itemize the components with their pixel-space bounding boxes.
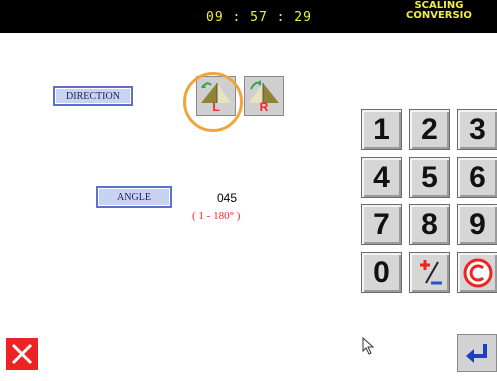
clear-key[interactable] xyxy=(457,252,497,293)
enter-button[interactable] xyxy=(457,334,497,372)
selection-highlight-ring xyxy=(183,72,243,132)
mouse-pointer-icon xyxy=(362,337,375,355)
key-1[interactable]: 1 xyxy=(361,109,402,150)
sign-key[interactable] xyxy=(409,252,450,293)
angle-label[interactable]: ANGLE xyxy=(96,186,172,208)
key-2[interactable]: 2 xyxy=(409,109,450,150)
close-icon xyxy=(11,343,33,365)
top-bar: 09 : 57 : 29 SCALING CONVERSIO xyxy=(0,0,497,33)
key-4[interactable]: 4 xyxy=(361,157,402,198)
key-3[interactable]: 3 xyxy=(457,109,497,150)
key-7[interactable]: 7 xyxy=(361,204,402,245)
key-0[interactable]: 0 xyxy=(361,252,402,293)
plus-minus-icon xyxy=(419,259,442,284)
direction-right-button[interactable]: R xyxy=(244,76,284,116)
key-8[interactable]: 8 xyxy=(409,204,450,245)
angle-value: 045 xyxy=(217,191,238,205)
key-6[interactable]: 6 xyxy=(457,157,497,198)
key-5[interactable]: 5 xyxy=(409,157,450,198)
mode-title-line2: CONVERSIO xyxy=(406,10,472,21)
clear-circle-c-icon xyxy=(463,258,492,287)
key-9[interactable]: 9 xyxy=(457,204,497,245)
close-button[interactable] xyxy=(6,338,38,370)
direction-right-letter: R xyxy=(259,100,269,114)
clock-time: 09 : 57 : 29 xyxy=(206,10,312,25)
direction-label[interactable]: DIRECTION xyxy=(53,86,133,106)
mode-title: SCALING CONVERSIO xyxy=(406,1,472,21)
angle-range: ( 1 - 180° ) xyxy=(192,210,241,222)
enter-arrow-icon xyxy=(466,344,487,363)
